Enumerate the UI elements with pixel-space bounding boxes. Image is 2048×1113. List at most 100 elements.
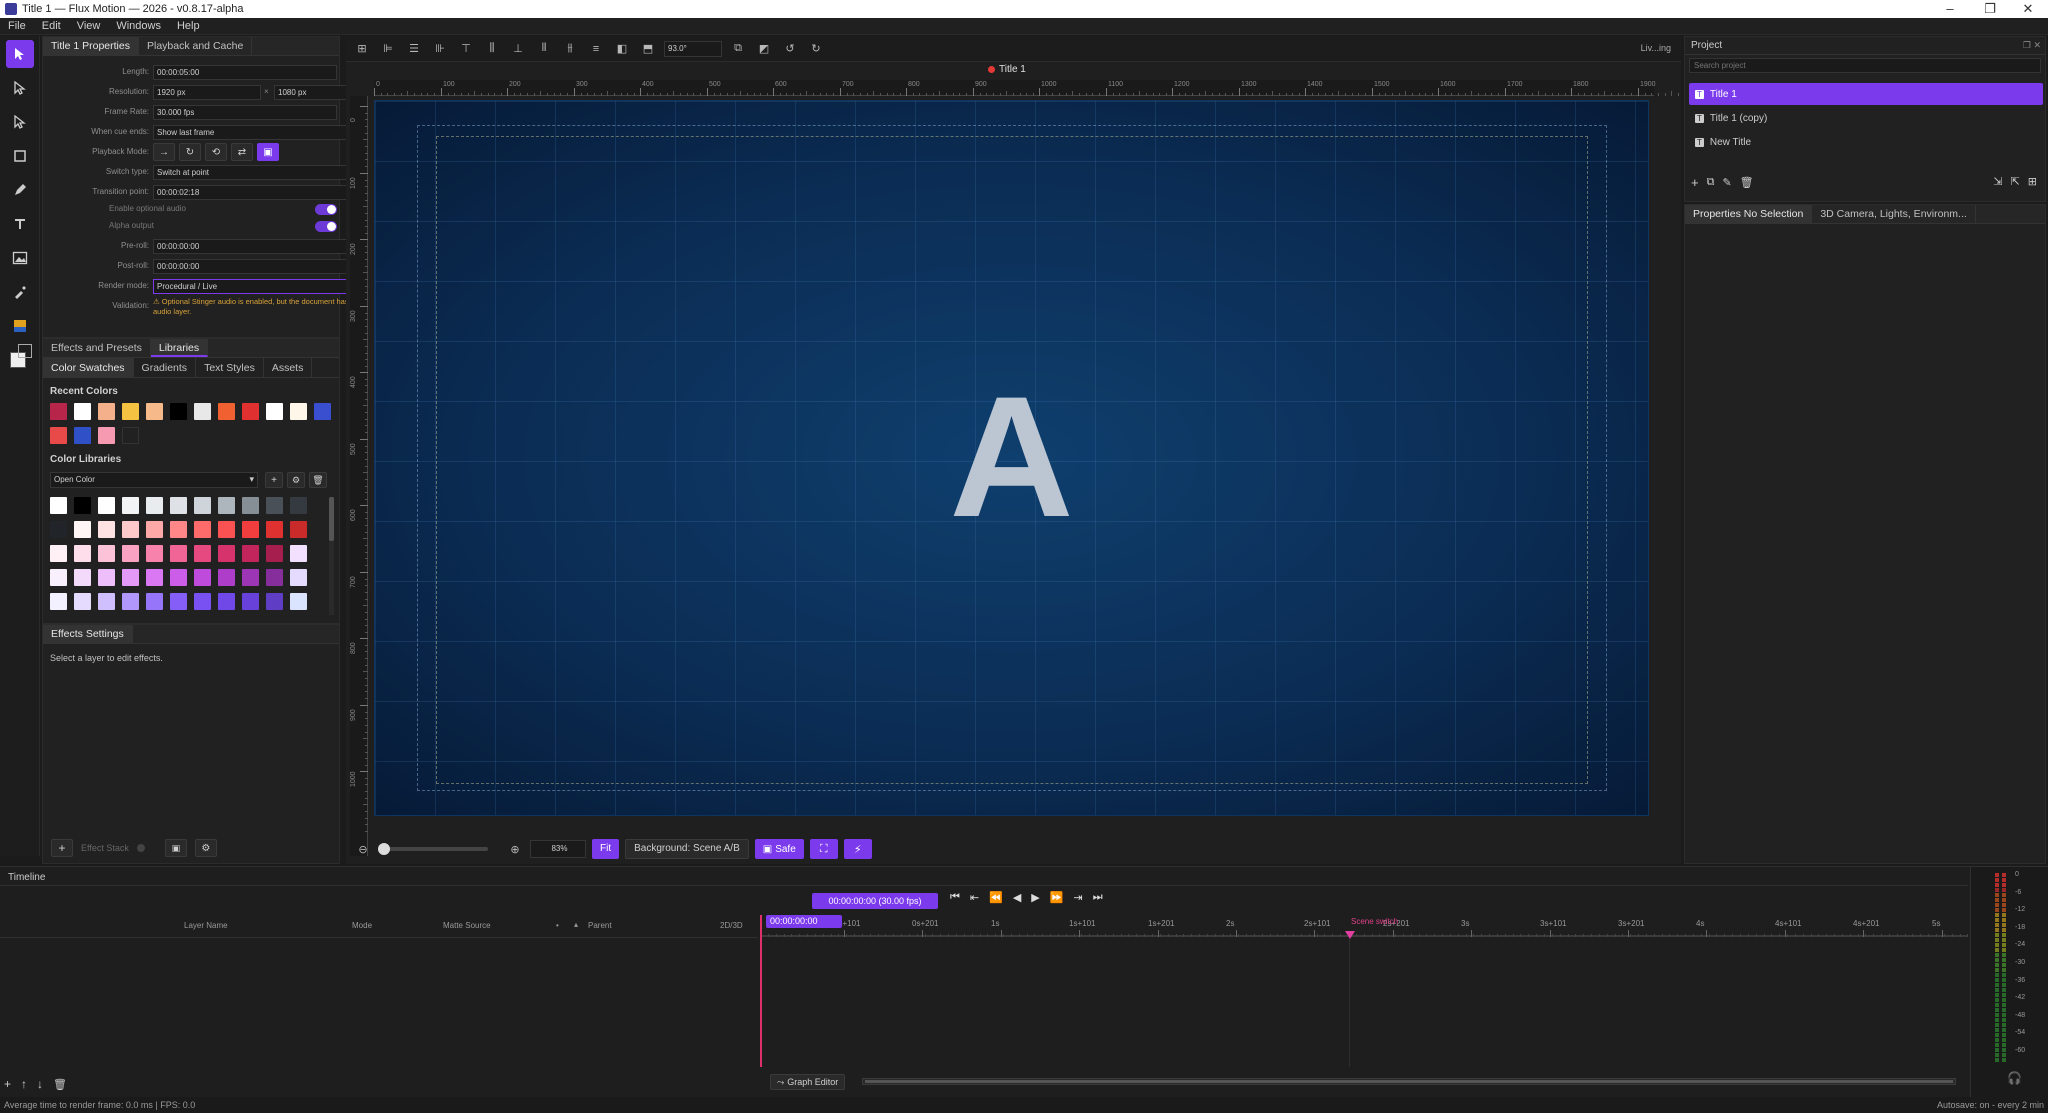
recent-color-swatch[interactable] bbox=[314, 403, 331, 420]
tab-3d-camera[interactable]: 3D Camera, Lights, Environm... bbox=[1812, 205, 1976, 223]
recent-color-swatch[interactable] bbox=[290, 403, 307, 420]
zoom-percent-field[interactable]: 83% bbox=[530, 840, 586, 858]
scene-switch-marker-icon[interactable] bbox=[1345, 931, 1355, 939]
undo-button[interactable]: ↺ bbox=[780, 39, 800, 59]
library-color-swatch[interactable] bbox=[266, 593, 283, 610]
subtab-text-styles[interactable]: Text Styles bbox=[196, 357, 264, 378]
library-color-swatch[interactable] bbox=[50, 569, 67, 586]
delete-library-button[interactable]: 🗑 bbox=[309, 472, 327, 488]
optional-audio-toggle[interactable] bbox=[315, 204, 337, 215]
tab-properties[interactable]: Properties No Selection bbox=[1685, 205, 1813, 223]
library-color-swatch[interactable] bbox=[194, 521, 211, 538]
panel-float-icon[interactable]: ❐ bbox=[2023, 40, 2031, 51]
frame-select-button[interactable]: ⊞ bbox=[352, 39, 372, 59]
recent-color-swatch[interactable] bbox=[74, 403, 91, 420]
library-color-swatch[interactable] bbox=[266, 569, 283, 586]
prev-frame-icon[interactable]: ⏪ bbox=[989, 891, 1003, 904]
align-right-button[interactable]: ⊪ bbox=[430, 39, 450, 59]
go-start-icon[interactable]: ⏮ bbox=[950, 891, 960, 904]
distribute-v-button[interactable]: ≡ bbox=[586, 39, 606, 59]
stroke-color-swatch[interactable] bbox=[18, 344, 32, 358]
gpu-toggle[interactable]: ⚡ bbox=[843, 839, 872, 859]
library-color-swatch[interactable] bbox=[146, 521, 163, 538]
library-color-swatch[interactable] bbox=[122, 521, 139, 538]
flip-h-button[interactable]: ◧ bbox=[612, 39, 632, 59]
library-color-swatch[interactable] bbox=[74, 569, 91, 586]
add-effect-button[interactable]: + bbox=[51, 839, 73, 857]
library-color-swatch[interactable] bbox=[218, 521, 235, 538]
library-color-swatch[interactable] bbox=[146, 569, 163, 586]
recent-color-swatch[interactable] bbox=[98, 427, 115, 444]
align-top-button[interactable]: ⊤ bbox=[456, 39, 476, 59]
recent-color-swatch[interactable] bbox=[170, 403, 187, 420]
stinger-mode-button[interactable]: ▣ bbox=[257, 143, 279, 161]
stage[interactable]: A bbox=[374, 100, 1649, 816]
library-color-swatch[interactable] bbox=[290, 593, 307, 610]
loop-button[interactable]: ↻ bbox=[179, 143, 201, 161]
library-color-swatch[interactable] bbox=[98, 593, 115, 610]
frame-rate-field[interactable]: 30.000 fps bbox=[153, 105, 337, 120]
library-color-swatch[interactable] bbox=[122, 497, 139, 514]
library-color-swatch[interactable] bbox=[242, 569, 259, 586]
align-middle-button[interactable]: ⫼ bbox=[482, 39, 502, 59]
graph-editor-button[interactable]: ⤳ Graph Editor bbox=[770, 1074, 846, 1090]
library-color-swatch[interactable] bbox=[74, 593, 91, 610]
image-tool[interactable] bbox=[6, 244, 34, 272]
redo-button[interactable]: ↻ bbox=[806, 39, 826, 59]
resolution-width-field[interactable]: 1920 px bbox=[153, 85, 261, 100]
library-color-swatch[interactable] bbox=[218, 593, 235, 610]
effect-preset-button[interactable]: ▣ bbox=[164, 839, 187, 857]
library-color-swatch[interactable] bbox=[194, 545, 211, 562]
horizontal-ruler[interactable]: 0 100 200 300 400 500 600 700 800 900 1000 1100 1200… bbox=[374, 80, 1699, 96]
panel-close-icon[interactable]: ✕ bbox=[2033, 40, 2041, 51]
subtab-color-swatches[interactable]: Color Swatches bbox=[43, 357, 134, 378]
tab-effects-presets[interactable]: Effects and Presets bbox=[43, 339, 151, 357]
recent-color-swatch[interactable] bbox=[242, 403, 259, 420]
move-up-icon[interactable]: ↑ bbox=[21, 1077, 27, 1091]
align-bottom-button[interactable]: ⊥ bbox=[508, 39, 528, 59]
menu-windows[interactable]: Windows bbox=[108, 18, 169, 35]
gradient-tool[interactable] bbox=[6, 312, 34, 340]
recent-color-swatch[interactable] bbox=[122, 403, 139, 420]
fullscreen-toggle[interactable]: ⛶ bbox=[809, 839, 838, 859]
tab-playback-cache[interactable]: Playback and Cache bbox=[139, 37, 253, 55]
library-color-swatch[interactable] bbox=[170, 497, 187, 514]
library-color-swatch[interactable] bbox=[218, 569, 235, 586]
effect-settings-button[interactable]: ⚙ bbox=[194, 839, 217, 857]
align-left-button[interactable]: ⊫ bbox=[378, 39, 398, 59]
menu-edit[interactable]: Edit bbox=[34, 18, 69, 35]
library-color-swatch[interactable] bbox=[194, 569, 211, 586]
library-settings-button[interactable]: ⚙ bbox=[287, 472, 305, 488]
subtab-assets[interactable]: Assets bbox=[264, 357, 313, 378]
headphones-icon[interactable]: 🎧 bbox=[2007, 1071, 2022, 1085]
empty-swatch-slot[interactable] bbox=[122, 427, 139, 444]
maximize-icon[interactable]: ❐ bbox=[1975, 1, 2005, 17]
duplicate-icon[interactable]: ⧉ bbox=[1707, 176, 1715, 189]
lock-ratio-button[interactable]: ⧉ bbox=[728, 39, 748, 59]
add-layer-icon[interactable]: + bbox=[4, 1077, 11, 1091]
library-color-swatch[interactable] bbox=[290, 545, 307, 562]
text-tool[interactable] bbox=[6, 210, 34, 238]
move-down-icon[interactable]: ↓ bbox=[37, 1077, 43, 1091]
safe-areas-toggle[interactable]: ▣ Safe bbox=[754, 839, 804, 859]
library-color-swatch[interactable] bbox=[218, 545, 235, 562]
library-color-swatch[interactable] bbox=[74, 521, 91, 538]
delete-layer-icon[interactable]: 🗑 bbox=[53, 1078, 67, 1091]
library-color-swatch[interactable] bbox=[98, 521, 115, 538]
library-color-swatch[interactable] bbox=[50, 593, 67, 610]
play-reverse-icon[interactable]: ◀ bbox=[1013, 891, 1021, 904]
play-icon[interactable]: ▶ bbox=[1031, 891, 1039, 904]
subtab-gradients[interactable]: Gradients bbox=[134, 357, 197, 378]
rectangle-tool[interactable] bbox=[6, 142, 34, 170]
distribute-h-button[interactable]: ⫴ bbox=[534, 39, 554, 59]
tab-libraries[interactable]: Libraries bbox=[150, 339, 209, 357]
distribute-center-button[interactable]: ⫵ bbox=[560, 39, 580, 59]
bounce-button[interactable]: ⇄ bbox=[231, 143, 253, 161]
library-color-swatch[interactable] bbox=[122, 545, 139, 562]
export-icon[interactable]: ⇱ bbox=[2011, 175, 2020, 188]
new-folder-icon[interactable]: ⊞ bbox=[2028, 175, 2037, 188]
add-icon[interactable]: + bbox=[1691, 175, 1699, 190]
library-color-swatch[interactable] bbox=[98, 497, 115, 514]
library-color-swatch[interactable] bbox=[194, 497, 211, 514]
library-color-swatch[interactable] bbox=[242, 545, 259, 562]
